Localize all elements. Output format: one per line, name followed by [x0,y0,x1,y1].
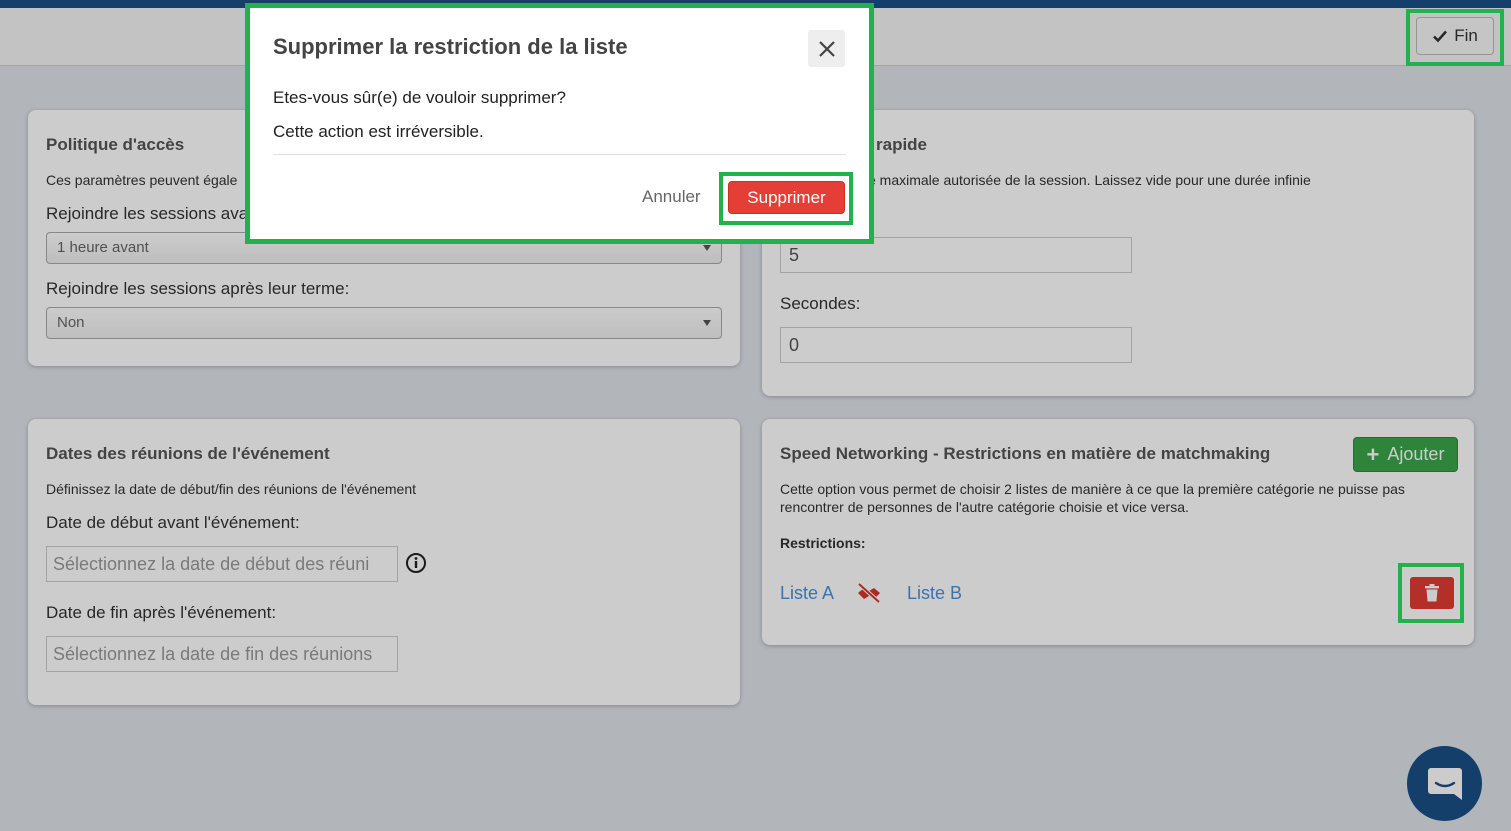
dialog-title: Supprimer la restriction de la liste [273,34,628,59]
fin-button-highlight [1406,9,1504,66]
cancel-button[interactable]: Annuler [642,187,701,207]
delete-button-highlight [1398,563,1464,623]
dialog-divider [273,154,846,155]
dialog-close-button[interactable] [808,30,845,67]
dialog-warning: Cette action est irréversible. [273,122,484,141]
close-icon [818,40,835,57]
dialog-question: Etes-vous sûr(e) de vouloir supprimer? [273,88,566,107]
confirm-delete-button[interactable]: Supprimer [728,181,845,214]
